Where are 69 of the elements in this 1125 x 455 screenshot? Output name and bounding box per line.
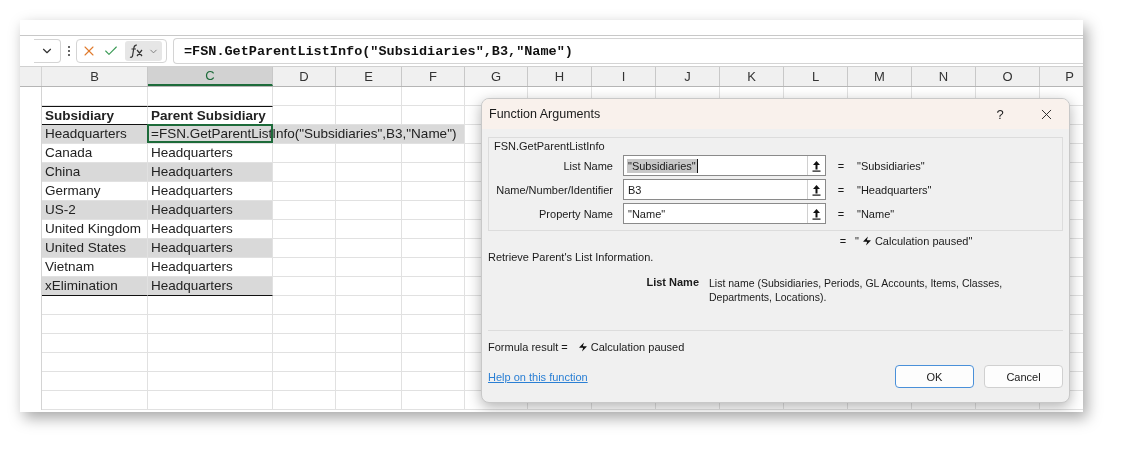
table-cell: Headquarters <box>42 125 148 144</box>
table-cell: Headquarters <box>148 239 273 258</box>
table-cell: China <box>42 163 148 182</box>
upload-icon <box>812 159 821 172</box>
column-heading: Subsidiary <box>42 106 148 125</box>
table-cell: Headquarters <box>148 258 273 277</box>
argument-label: Property Name <box>538 207 614 220</box>
upload-icon <box>812 183 821 196</box>
table-cell: Headquarters <box>148 144 273 163</box>
argument-result: "Subsidiaries" <box>857 159 925 172</box>
function-result: Calculation paused" <box>874 235 973 247</box>
name-box-dropdown[interactable] <box>34 39 61 63</box>
equals-sign: = <box>838 235 848 247</box>
help-button[interactable]: ? <box>977 99 1023 129</box>
column-header[interactable]: N <box>912 67 976 86</box>
column-header[interactable]: H <box>528 67 592 86</box>
insert-function-button[interactable] <box>125 41 162 61</box>
table-cell: Headquarters <box>148 201 273 220</box>
dialog-button[interactable]: Cancel <box>984 365 1063 388</box>
column-header[interactable]: K <box>720 67 784 86</box>
table-cell: Vietnam <box>42 258 148 277</box>
argument-field[interactable]: B3 <box>623 179 826 200</box>
table-cell: Headquarters <box>148 182 273 201</box>
table-cell: Headquarters <box>148 220 273 239</box>
help-link[interactable]: Help on this function <box>488 370 885 383</box>
column-header[interactable]: D <box>273 67 336 86</box>
table-cell: United Kingdom <box>42 220 148 239</box>
column-header[interactable]: P <box>1040 67 1083 86</box>
equals-sign: = <box>836 183 846 196</box>
column-header[interactable]: L <box>784 67 848 86</box>
argument-name: List Name <box>645 276 699 290</box>
argument-value: B3 <box>627 182 643 197</box>
argument-field[interactable]: "Subsidiaries" <box>623 155 826 176</box>
quote-mark: " <box>855 235 859 247</box>
function-description: Retrieve Parent's List Information. <box>488 251 655 263</box>
table-cell: Headquarters <box>148 277 273 296</box>
table-cell: US-2 <box>42 201 148 220</box>
column-header[interactable]: M <box>848 67 912 86</box>
table-cell: Germany <box>42 182 148 201</box>
argument-result: "Headquarters" <box>857 183 932 196</box>
argument-description: List name (Subsidiaries, Periods, GL Accounts, Items, Classes, Departments, Locations). <box>709 276 1004 304</box>
column-header[interactable]: F <box>402 67 465 86</box>
column-header[interactable]: G <box>465 67 528 86</box>
column-header[interactable]: C <box>148 67 273 86</box>
argument-label: List Name <box>562 159 614 172</box>
function-name: FSN.GetParentListInfo <box>494 140 605 152</box>
argument-value: "Subsidiaries" <box>627 158 698 173</box>
table-cell: United States <box>42 239 148 258</box>
formula-field[interactable]: =FSN.GetParentListInfo("Subsidiaries",B3,"Name") <box>173 38 1083 64</box>
lightning-icon <box>861 236 872 246</box>
formula-result-value: Calculation paused <box>590 341 685 353</box>
equals-sign: = <box>836 159 846 172</box>
column-header[interactable]: J <box>656 67 720 86</box>
column-header[interactable]: I <box>592 67 656 86</box>
table-cell: Headquarters <box>148 163 273 182</box>
equals-sign: = <box>836 207 846 220</box>
table-cell: Canada <box>42 144 148 163</box>
column-header[interactable]: E <box>336 67 402 86</box>
lightning-icon <box>577 342 588 352</box>
upload-icon <box>812 207 821 220</box>
dialog-title: Function Arguments <box>489 107 602 121</box>
argument-value: "Name" <box>627 206 667 221</box>
table-cell: xElimination <box>42 277 148 296</box>
formula-result-label: Formula result = <box>488 341 568 353</box>
argument-result: "Name" <box>857 207 895 220</box>
dialog-button[interactable]: OK <box>895 365 974 388</box>
column-header[interactable]: O <box>976 67 1040 86</box>
argument-label: Name/Number/Identifier <box>495 183 614 196</box>
argument-field[interactable]: "Name" <box>623 203 826 224</box>
